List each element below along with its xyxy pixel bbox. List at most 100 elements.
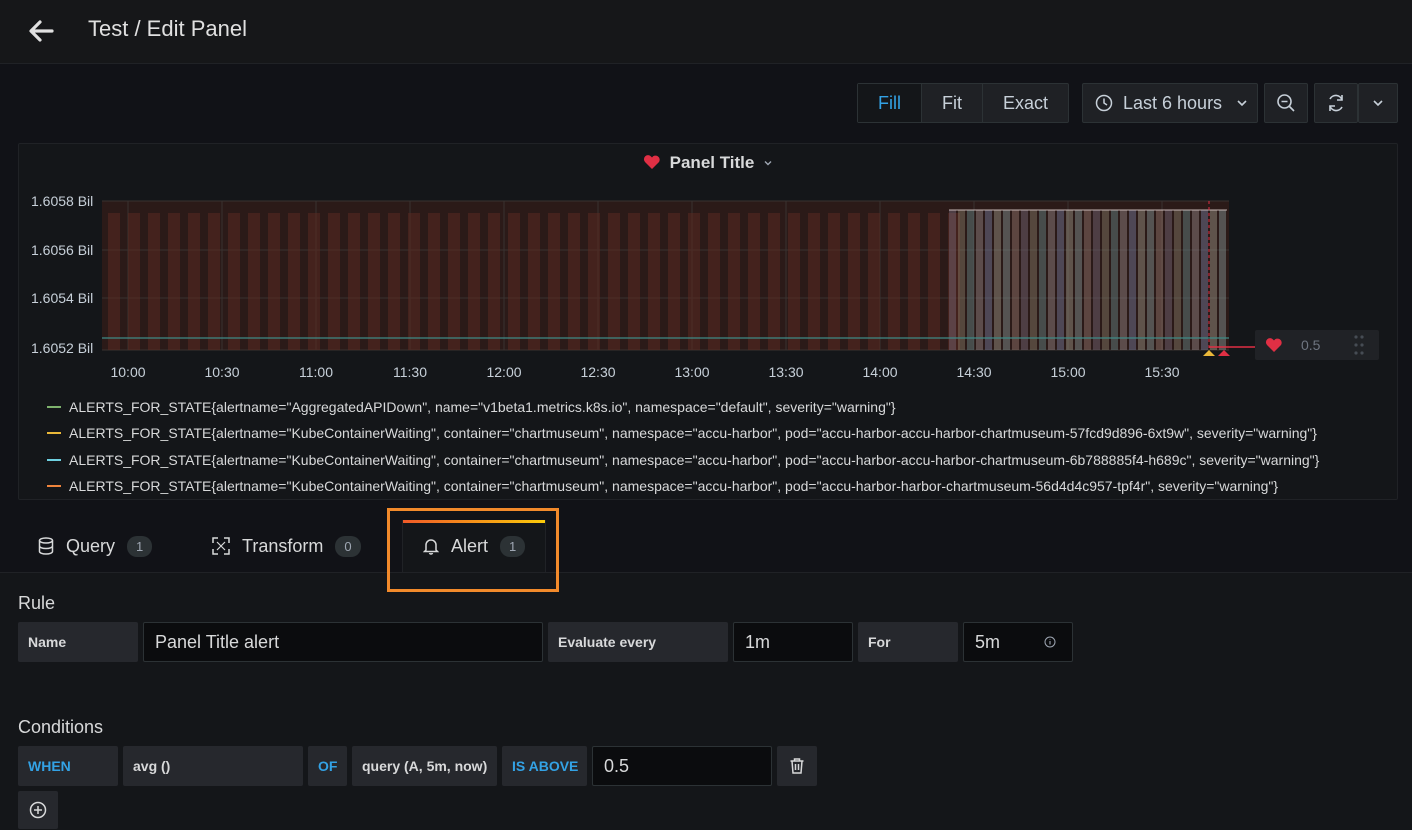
chevron-down-icon	[1237, 100, 1247, 107]
x-tick-label: 13:00	[674, 364, 710, 380]
series-bar	[1021, 210, 1028, 350]
series-bar	[1066, 210, 1073, 350]
back-arrow-icon[interactable]	[24, 14, 58, 48]
series-bar	[967, 210, 974, 350]
annotation-marker	[1218, 350, 1230, 356]
evaluate-every-input[interactable]: 1m	[733, 622, 853, 662]
legend-label: ALERTS_FOR_STATE{alertname="KubeContaine…	[69, 425, 1317, 441]
evaluator-select[interactable]: IS ABOVE	[502, 746, 587, 786]
delete-condition-button[interactable]	[777, 746, 817, 786]
threshold-handle[interactable]: 0.5	[1255, 330, 1379, 360]
when-keyword[interactable]: WHEN	[18, 746, 118, 786]
chevron-down-icon	[1373, 100, 1383, 107]
rule-name-input[interactable]: Panel Title alert	[143, 622, 543, 662]
broken-heart-icon	[1265, 338, 1282, 352]
series-bar	[1057, 210, 1064, 350]
legend-label: ALERTS_FOR_STATE{alertname="KubeContaine…	[69, 478, 1279, 494]
reducer-select[interactable]: avg ()	[123, 746, 303, 786]
series-bar	[708, 213, 720, 350]
series-bar	[1183, 210, 1190, 350]
series-bar	[1174, 210, 1181, 350]
time-range-picker[interactable]: Last 6 hours	[1082, 83, 1258, 123]
series-bar	[1003, 210, 1010, 350]
plus-circle-icon	[29, 801, 47, 819]
for-input[interactable]: 5m	[963, 622, 1073, 662]
for-label: For	[858, 622, 958, 662]
time-range-label: Last 6 hours	[1123, 92, 1223, 113]
series-bar	[168, 213, 180, 350]
refresh-button[interactable]	[1314, 83, 1358, 123]
tab-query[interactable]: Query 1	[38, 520, 153, 572]
alert-editor	[0, 572, 1412, 830]
graph-plot-area[interactable]	[19, 144, 1398, 500]
tab-alert[interactable]: Alert 1	[402, 520, 546, 572]
x-tick-label: 14:00	[862, 364, 898, 380]
legend-item[interactable]: ALERTS_FOR_STATE{alertname="AggregatedAP…	[47, 399, 896, 415]
series-bar	[1138, 210, 1145, 350]
tab-label: Alert	[451, 535, 489, 556]
info-icon	[1044, 636, 1056, 648]
series-bar	[268, 213, 280, 350]
refresh-interval-dropdown[interactable]	[1358, 83, 1398, 123]
series-bar	[648, 213, 660, 350]
series-bar	[588, 213, 600, 350]
page-header: Test / Edit Panel	[0, 0, 1412, 64]
series-bar	[985, 210, 992, 350]
series-bar	[228, 213, 240, 350]
tab-transform[interactable]: Transform 0	[212, 520, 361, 572]
series-bar	[828, 213, 840, 350]
series-bar	[1048, 210, 1055, 350]
series-bar	[976, 210, 983, 350]
mode-exact-button[interactable]: Exact	[983, 84, 1068, 122]
legend-label: ALERTS_FOR_STATE{alertname="KubeContaine…	[69, 452, 1320, 468]
x-tick-label: 15:30	[1144, 364, 1180, 380]
x-tick-label: 10:00	[110, 364, 146, 380]
display-mode-group: Fill Fit Exact	[857, 83, 1070, 123]
series-bar	[1111, 210, 1118, 350]
x-tick-label: 10:30	[204, 364, 240, 380]
x-tick-label: 15:00	[1050, 364, 1086, 380]
legend-label: ALERTS_FOR_STATE{alertname="AggregatedAP…	[69, 399, 896, 415]
x-tick-label: 11:30	[393, 364, 427, 380]
legend-item[interactable]: ALERTS_FOR_STATE{alertname="KubeContaine…	[47, 478, 1278, 494]
annotation-marker	[1203, 350, 1215, 356]
series-bar	[468, 213, 480, 350]
series-bar	[728, 213, 740, 350]
series-bar	[1210, 210, 1217, 350]
series-bar	[788, 213, 800, 350]
series-bar	[1012, 210, 1019, 350]
zoom-out-button[interactable]	[1264, 83, 1308, 123]
tab-label: Query	[66, 535, 116, 556]
series-bar	[328, 213, 340, 350]
series-bar	[488, 213, 500, 350]
series-bar	[1201, 210, 1208, 350]
evaluator-value-input[interactable]: 0.5	[592, 746, 772, 786]
add-condition-button[interactable]	[18, 791, 58, 829]
legend-item[interactable]: ALERTS_FOR_STATE{alertname="KubeContaine…	[47, 425, 1317, 441]
tab-count-badge: 0	[335, 535, 361, 557]
refresh-icon	[1329, 94, 1343, 112]
mode-fill-button[interactable]: Fill	[858, 84, 922, 122]
series-bar	[448, 213, 460, 350]
legend-item[interactable]: ALERTS_FOR_STATE{alertname="KubeContaine…	[47, 452, 1319, 468]
series-bar	[568, 213, 580, 350]
series-bar	[928, 213, 940, 350]
conditions-section-title: Conditions	[18, 717, 104, 737]
series-bar	[668, 213, 680, 350]
series-bar	[1156, 210, 1163, 350]
tab-count-badge: 1	[127, 535, 153, 557]
series-bar	[949, 210, 956, 350]
series-bar	[1120, 210, 1127, 350]
series-bar	[628, 213, 640, 350]
mode-fit-button[interactable]: Fit	[922, 84, 983, 122]
query-select[interactable]: query (A, 5m, now)	[352, 746, 497, 786]
series-bar	[688, 213, 700, 350]
series-bar	[868, 213, 880, 350]
tab-count-badge: 1	[500, 535, 526, 557]
for-value: 5m	[975, 631, 1001, 652]
name-label: Name	[18, 622, 138, 662]
series-bar	[748, 213, 760, 350]
series-bar	[888, 213, 900, 350]
x-tick-label: 12:30	[580, 364, 616, 380]
series-bar	[528, 213, 540, 350]
